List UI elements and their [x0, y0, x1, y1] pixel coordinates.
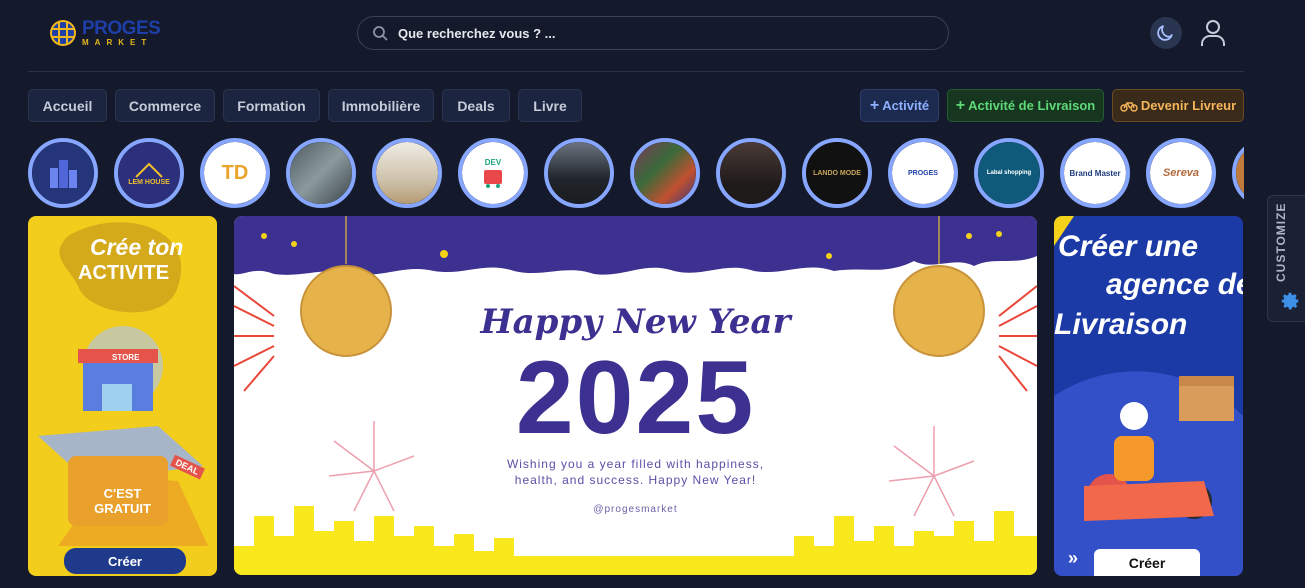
banner-create-activity[interactable]: Crée ton ACTIVITE STORE DEAL C'EST GRATU… [28, 216, 217, 576]
theme-toggle-button[interactable] [1150, 17, 1182, 49]
add-activite-button[interactable]: + Activité [860, 89, 939, 122]
story-image [32, 142, 94, 204]
banner-left-title-1: Crée ton [90, 234, 184, 260]
add-livraison-button[interactable]: + Activité de Livraison [947, 89, 1104, 122]
story-avatar[interactable] [286, 138, 356, 208]
story-label: LANDO MODE [813, 169, 861, 177]
story-label: Sereva [1162, 167, 1200, 179]
wish-line-1: Wishing you a year filled with happiness… [506, 457, 765, 471]
plus-icon: + [955, 96, 966, 114]
banner-left-title-2: ACTIVITE [78, 262, 170, 284]
story-label: DEV [484, 157, 502, 167]
add-livraison-label: Activité de Livraison [968, 98, 1096, 113]
story-avatar[interactable] [28, 138, 98, 208]
story-image: LANDO MODE [806, 142, 868, 204]
story-image: Sereva [1150, 142, 1212, 204]
free-line-2: GRATUIT [94, 501, 151, 516]
story-image: PROGES [892, 142, 954, 204]
story-avatar[interactable]: DEV [458, 138, 528, 208]
new-year-number: 2025 [515, 340, 756, 456]
story-image: LEM HOUSE [118, 142, 180, 204]
story-avatar[interactable] [716, 138, 786, 208]
user-icon [1201, 20, 1225, 46]
story-label: Labal shopping [986, 170, 1032, 176]
cart-icon [484, 169, 502, 188]
logo-subtitle: MARKET [82, 38, 153, 47]
free-line-1: C'EST [103, 486, 142, 501]
double-chevron-icon: » [1068, 548, 1079, 568]
globe-logo-icon [50, 20, 76, 46]
story-avatar[interactable]: PROGES [888, 138, 958, 208]
story-image [548, 142, 610, 204]
search-icon [373, 26, 388, 41]
new-year-heading: Happy New Year [480, 302, 791, 342]
story-label: TD [221, 161, 249, 184]
story-image [290, 142, 352, 204]
search-bar[interactable] [357, 16, 949, 50]
story-image: Labal shopping [978, 142, 1040, 204]
logo-text: PROGES MARKET [82, 18, 161, 47]
devenir-livreur-button[interactable]: Devenir Livreur [1112, 89, 1244, 122]
buildings-icon [50, 160, 77, 188]
story-image [634, 142, 696, 204]
plus-icon: + [869, 96, 880, 114]
logo-name: PROGES [82, 18, 161, 39]
story-avatar[interactable] [1232, 138, 1244, 208]
header: PROGES MARKET [28, 0, 1244, 72]
moon-icon [1157, 25, 1173, 41]
story-image: TD [204, 142, 266, 204]
story-label: Brand Master [1069, 168, 1121, 178]
banner-new-year[interactable]: Happy New Year 2025 Wishing you a year f… [234, 216, 1037, 575]
story-avatar[interactable]: Brand Master [1060, 138, 1130, 208]
story-avatar[interactable] [544, 138, 614, 208]
story-avatar[interactable] [630, 138, 700, 208]
story-avatar[interactable]: Sereva [1146, 138, 1216, 208]
story-avatar[interactable]: TD [200, 138, 270, 208]
house-icon [135, 162, 163, 178]
logo[interactable]: PROGES MARKET [48, 17, 161, 49]
user-account-button[interactable] [1198, 17, 1228, 49]
story-label: LEM HOUSE [128, 178, 170, 186]
nav-deals[interactable]: Deals [442, 89, 510, 122]
banner-right-title-2: agence de [1106, 268, 1243, 301]
banner-right-title-1: Créer une [1058, 230, 1199, 263]
banner-create-delivery-agency[interactable]: Créer une agence de Livraison » Créer [1054, 216, 1243, 576]
bicycle-icon [1120, 101, 1138, 112]
add-activite-label: Activité [882, 98, 930, 113]
story-avatar[interactable] [372, 138, 442, 208]
nav-commerce[interactable]: Commerce [115, 89, 215, 122]
store-sign: STORE [112, 353, 140, 362]
social-handle: @progesmarket [593, 504, 678, 515]
stories-row: LEM HOUSE TD DEV LANDO MODE PROGES Labal… [28, 138, 1244, 208]
story-image [376, 142, 438, 204]
story-label: PROGES [908, 169, 938, 177]
gear-icon [1281, 292, 1299, 310]
story-image [1236, 142, 1244, 204]
search-input[interactable] [398, 25, 918, 41]
devenir-livreur-label: Devenir Livreur [1140, 98, 1237, 113]
story-avatar[interactable]: Labal shopping [974, 138, 1044, 208]
story-image: Brand Master [1064, 142, 1126, 204]
story-image: DEV [462, 142, 524, 204]
nav-immobiliere[interactable]: Immobilière [328, 89, 434, 122]
story-image [720, 142, 782, 204]
wish-line-2: health, and success. Happy New Year! [514, 473, 757, 487]
nav-formation[interactable]: Formation [223, 89, 320, 122]
story-avatar[interactable]: LEM HOUSE [114, 138, 184, 208]
customize-label: CUSTOMIZE [1274, 202, 1288, 282]
story-avatar[interactable]: LANDO MODE [802, 138, 872, 208]
nav-livre[interactable]: Livre [518, 89, 582, 122]
banner-right-title-3: Livraison [1054, 308, 1188, 341]
nav-accueil[interactable]: Accueil [28, 89, 107, 122]
customize-panel-toggle[interactable]: CUSTOMIZE [1267, 195, 1305, 322]
create-agency-button[interactable]: Créer [1094, 549, 1200, 576]
create-activity-button[interactable]: Créer [64, 548, 186, 574]
page: PROGES MARKET Accueil Commerce [0, 0, 1305, 588]
